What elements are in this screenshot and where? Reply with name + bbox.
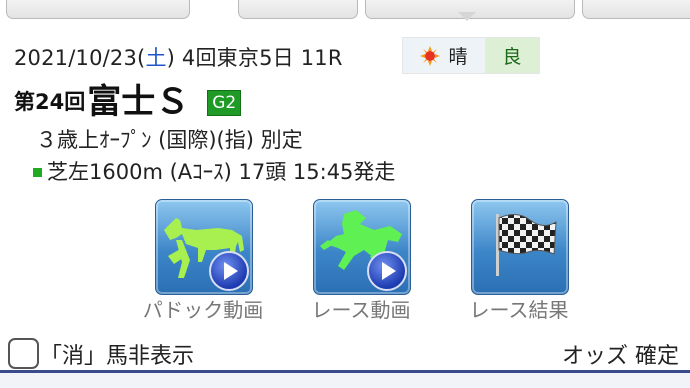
race-date-line: 2021/10/23(土) 4回東京5日 11R (14, 42, 343, 72)
track-condition: 良 (485, 38, 539, 73)
tab-2[interactable] (238, 0, 358, 19)
sunny-icon (420, 45, 441, 66)
race-video-label[interactable]: レース動画 (281, 294, 441, 323)
tab-1[interactable] (6, 0, 190, 19)
play-icon (209, 251, 249, 291)
race-date-close: ) (166, 46, 176, 70)
race-result-button[interactable] (471, 199, 569, 295)
course-text: 芝左1600m (Aｺｰｽ) 17頭 15:45発走 (47, 160, 396, 184)
race-edition: 第24回 (14, 90, 86, 114)
paddock-video-button[interactable] (155, 199, 253, 295)
race-result-label[interactable]: レース結果 (439, 294, 599, 323)
turf-marker (33, 168, 42, 177)
race-weekday: 土 (145, 46, 167, 70)
race-meeting: 4回東京5日 11R (175, 46, 343, 70)
race-title-row: 第24回 富士Ｓ G2 (14, 80, 242, 122)
paddock-video-label[interactable]: パドック動画 (123, 294, 283, 323)
play-icon (367, 251, 407, 291)
weather-cell: 晴 (403, 38, 485, 73)
odds-status: オッズ 確定 (562, 344, 679, 369)
hide-scratched-checkbox[interactable] (8, 338, 39, 369)
race-title: 富士Ｓ (87, 82, 190, 122)
weather-box: 晴 良 (402, 37, 540, 74)
race-conditions: ３歳上ｵｰﾌﾟﾝ (国際)(指) 別定 (36, 128, 303, 152)
race-video-button[interactable] (313, 199, 411, 295)
tab-4[interactable] (582, 0, 690, 19)
bottom-controls: 「消」馬非表示 オッズ 確定 (0, 330, 690, 372)
top-tab-bar (0, 0, 690, 21)
active-tab-pointer (458, 12, 476, 21)
checkered-flag-icon (496, 214, 557, 276)
race-course: 芝左1600m (Aｺｰｽ) 17頭 15:45発走 (33, 156, 395, 186)
grade-badge: G2 (207, 90, 242, 116)
race-date: 2021/10/23( (14, 46, 146, 70)
weather-text: 晴 (448, 46, 468, 68)
hide-scratched-label[interactable]: 「消」馬非表示 (40, 338, 194, 370)
table-header-area (0, 373, 690, 388)
